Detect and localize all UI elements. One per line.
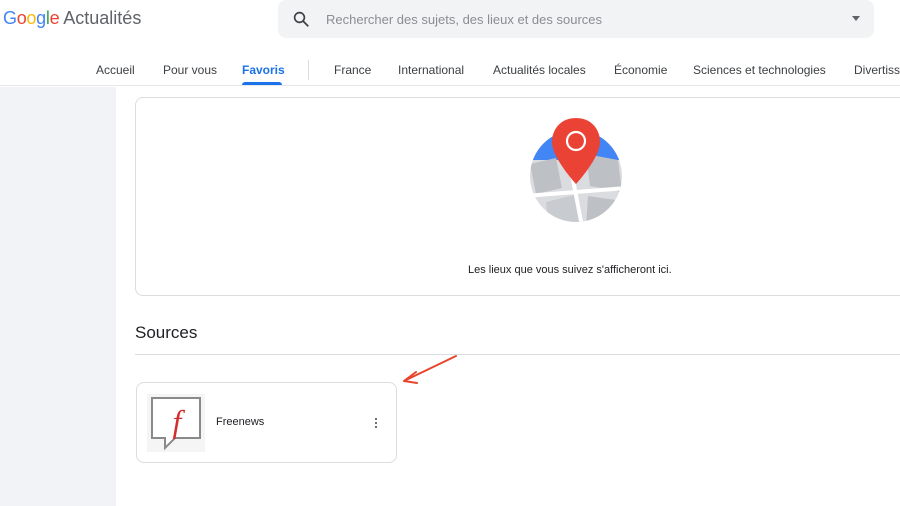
- places-empty-message: Les lieux que vous suivez s'afficheront …: [468, 264, 672, 276]
- tab-pour-vous[interactable]: Pour vous: [163, 63, 217, 77]
- brand-letter: o: [26, 8, 37, 28]
- brand-wordmark: Google: [3, 8, 60, 28]
- tab-international[interactable]: International: [398, 63, 464, 77]
- tab-favoris[interactable]: Favoris: [242, 63, 285, 77]
- search-icon[interactable]: [292, 10, 310, 28]
- map-pin-illustration: [530, 118, 622, 222]
- tab-actualites-locales[interactable]: Actualités locales: [493, 63, 586, 77]
- chevron-down-icon[interactable]: [852, 16, 860, 21]
- sources-heading: Sources: [135, 323, 198, 342]
- section-tabs: Accueil Pour vous Favoris France Interna…: [0, 56, 900, 86]
- brand-letter: g: [36, 8, 46, 28]
- top-bar: Google Actualités: [0, 0, 900, 56]
- more-vert-icon[interactable]: [371, 416, 381, 430]
- google-news-logo[interactable]: Google Actualités: [3, 8, 141, 29]
- active-tab-indicator: [242, 82, 282, 85]
- source-name[interactable]: Freenews: [216, 416, 264, 428]
- tab-divertissement[interactable]: Divertiss: [854, 63, 900, 77]
- tab-sciences-technologies[interactable]: Sciences et technologies: [693, 63, 826, 77]
- left-sidebar: [0, 87, 116, 506]
- tab-economie[interactable]: Économie: [614, 63, 667, 77]
- product-name: Actualités: [63, 8, 142, 28]
- freenews-logo: f: [147, 394, 205, 452]
- divider: [135, 354, 900, 355]
- brand-letter: o: [16, 8, 27, 28]
- tab-divider: [308, 60, 309, 80]
- search-input[interactable]: [326, 0, 826, 38]
- search-bar[interactable]: [278, 0, 874, 38]
- annotation-arrow-icon: [403, 355, 457, 384]
- brand-letter: e: [49, 8, 60, 28]
- tab-france[interactable]: France: [334, 63, 371, 77]
- tab-accueil[interactable]: Accueil: [96, 63, 135, 77]
- brand-letter: G: [3, 8, 17, 28]
